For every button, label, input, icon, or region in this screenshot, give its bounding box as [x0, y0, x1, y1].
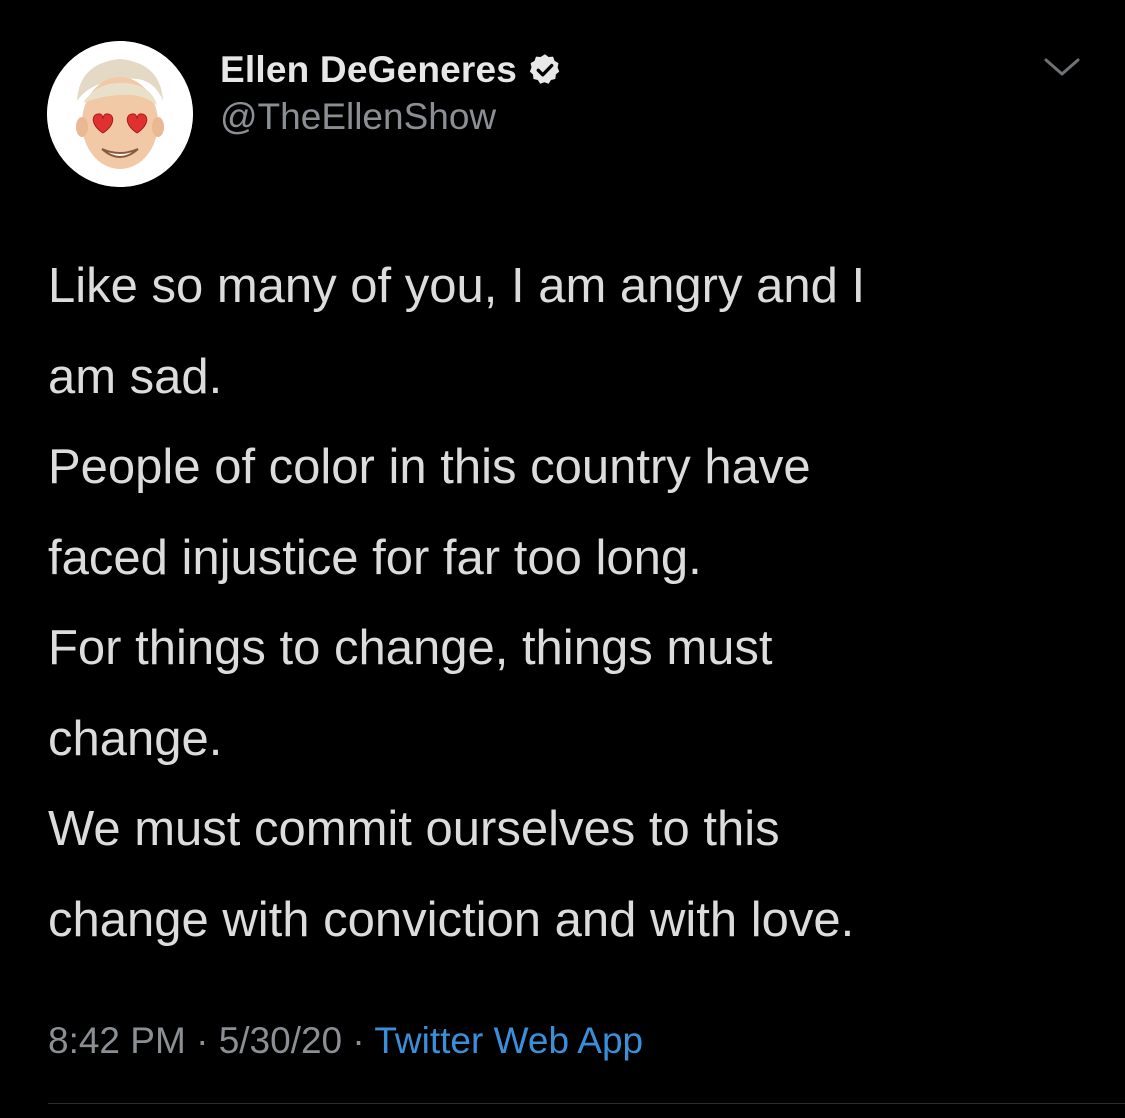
tweet-text-line: change with conviction and with love.	[48, 892, 855, 947]
chevron-down-icon[interactable]	[1042, 52, 1082, 82]
tweet-date[interactable]: 5/30/20	[219, 1020, 342, 1061]
tweet-text-line: am sad.	[48, 349, 223, 404]
author-handle[interactable]: @TheEllenShow	[220, 96, 496, 138]
tweet-source-link[interactable]: Twitter Web App	[374, 1020, 643, 1061]
tweet-text-line: We must commit ourselves to this	[48, 802, 780, 856]
tweet-text-line: change.	[48, 711, 223, 766]
tweet-text-line: faced injustice for far too long.	[48, 530, 702, 585]
author-display-name[interactable]: Ellen DeGeneres	[220, 49, 517, 91]
tweet-meta: 8:42 PM · 5/30/20 · Twitter Web App	[48, 1016, 643, 1066]
tweet-text-line: People of color in this country have	[48, 440, 811, 494]
meta-separator: ·	[196, 1020, 209, 1061]
tweet-text-line: For things to change, things must	[48, 621, 773, 675]
divider	[48, 1103, 1125, 1104]
meta-separator: ·	[352, 1020, 365, 1061]
tweet-text-line: Like so many of you, I am angry and I	[48, 259, 866, 313]
tweet-text: Like so many of you, I am angry and I am…	[48, 241, 1088, 965]
author-name-row: Ellen DeGeneres	[220, 48, 563, 92]
tweet-card: Ellen DeGeneres @TheEllenShow Like so ma…	[0, 0, 1125, 1118]
avatar-emoji-icon	[47, 41, 193, 187]
verified-badge-icon	[527, 52, 563, 88]
tweet-time[interactable]: 8:42 PM	[48, 1020, 186, 1061]
avatar[interactable]	[47, 41, 193, 187]
